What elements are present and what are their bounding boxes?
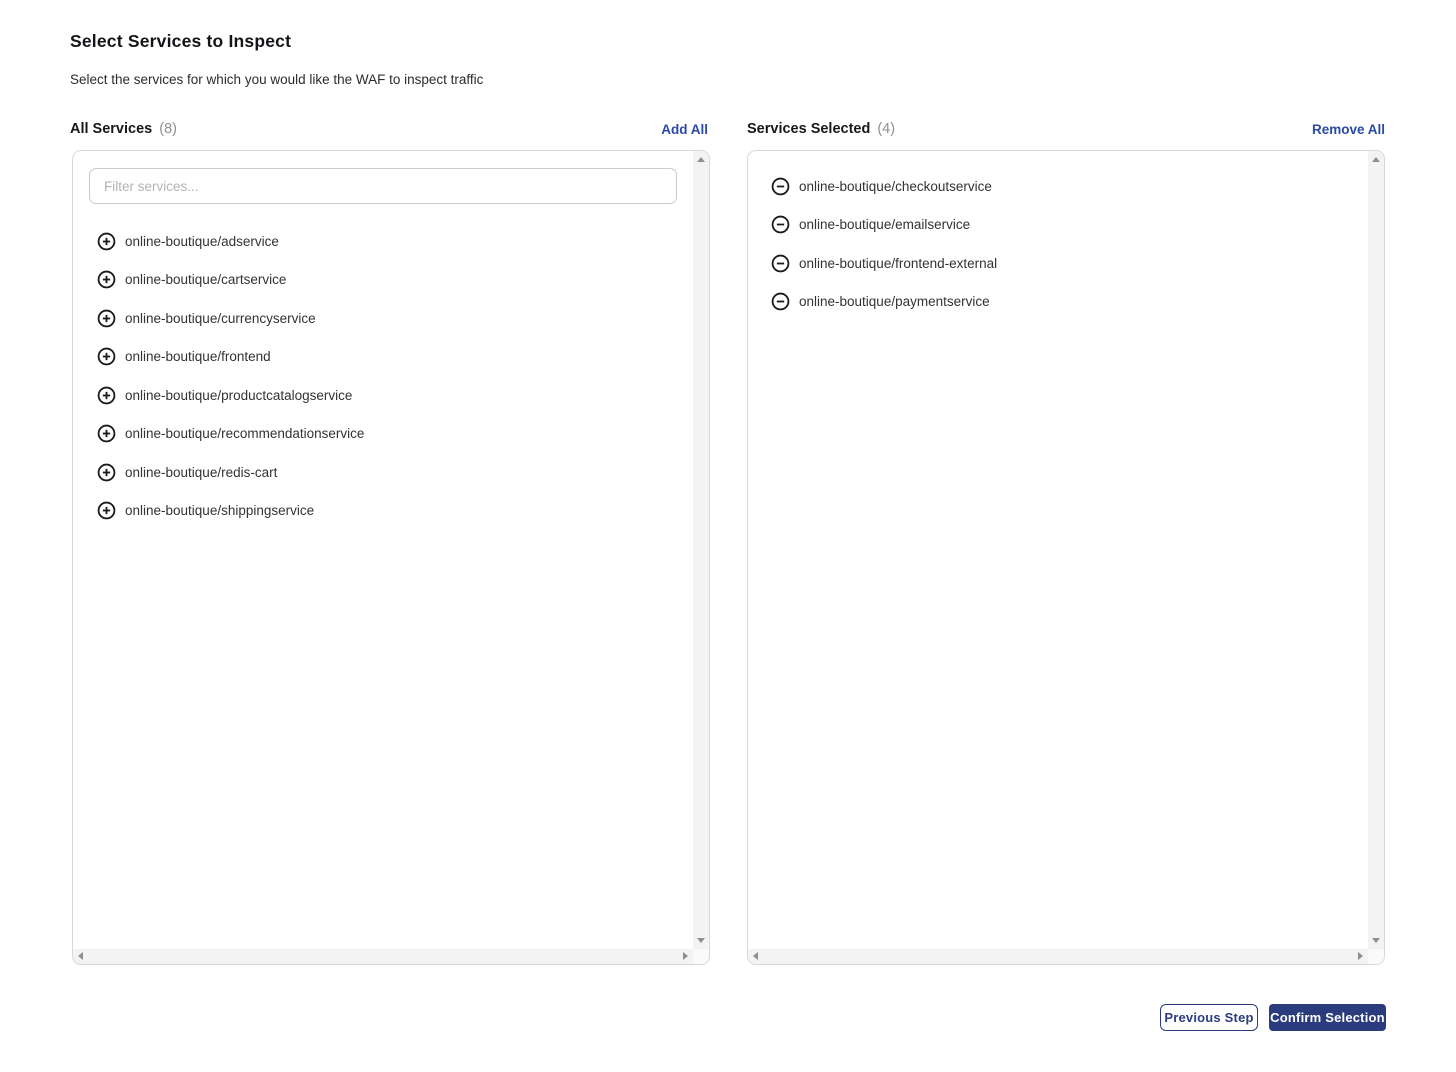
selected-services-panel: online-boutique/checkoutservice online-b… bbox=[747, 150, 1385, 965]
service-name: online-boutique/emailservice bbox=[799, 217, 970, 232]
confirm-selection-button[interactable]: Confirm Selection bbox=[1269, 1004, 1386, 1031]
remove-all-link[interactable]: Remove All bbox=[1312, 122, 1385, 137]
service-row-selected[interactable]: online-boutique/emailservice bbox=[748, 206, 1368, 245]
selected-services-content: online-boutique/checkoutservice online-b… bbox=[748, 151, 1368, 949]
scrollbar-corner bbox=[693, 949, 709, 964]
service-row-available[interactable]: online-boutique/recommendationservice bbox=[73, 415, 693, 454]
service-row-selected[interactable]: online-boutique/frontend-external bbox=[748, 244, 1368, 283]
filter-services-input[interactable] bbox=[89, 168, 677, 204]
service-name: online-boutique/shippingservice bbox=[125, 503, 314, 518]
all-services-header: All Services (8) Add All bbox=[70, 118, 708, 140]
vertical-scrollbar[interactable] bbox=[693, 151, 709, 949]
service-row-available[interactable]: online-boutique/redis-cart bbox=[73, 453, 693, 492]
service-name: online-boutique/currencyservice bbox=[125, 311, 316, 326]
service-name: online-boutique/cartservice bbox=[125, 272, 286, 287]
minus-circle-icon[interactable] bbox=[771, 292, 790, 311]
service-name: online-boutique/productcatalogservice bbox=[125, 388, 352, 403]
service-name: online-boutique/adservice bbox=[125, 234, 279, 249]
service-row-selected[interactable]: online-boutique/paymentservice bbox=[748, 283, 1368, 322]
all-services-label: All Services bbox=[70, 121, 152, 137]
minus-circle-icon[interactable] bbox=[771, 177, 790, 196]
service-name: online-boutique/checkoutservice bbox=[799, 179, 992, 194]
service-row-available[interactable]: online-boutique/shippingservice bbox=[73, 492, 693, 531]
scroll-left-arrow-icon[interactable] bbox=[78, 952, 83, 960]
service-row-available[interactable]: online-boutique/adservice bbox=[73, 222, 693, 261]
service-row-available[interactable]: online-boutique/cartservice bbox=[73, 261, 693, 300]
service-row-available[interactable]: online-boutique/frontend bbox=[73, 338, 693, 377]
plus-circle-icon[interactable] bbox=[97, 347, 116, 366]
previous-step-button[interactable]: Previous Step bbox=[1160, 1004, 1258, 1031]
plus-circle-icon[interactable] bbox=[97, 386, 116, 405]
selected-services-count: (4) bbox=[877, 121, 895, 137]
service-row-available[interactable]: online-boutique/productcatalogservice bbox=[73, 376, 693, 415]
plus-circle-icon[interactable] bbox=[97, 232, 116, 251]
all-services-panel: online-boutique/adservice online-boutiqu… bbox=[72, 150, 710, 965]
selected-services-label: Services Selected bbox=[747, 121, 870, 137]
all-services-list: online-boutique/adservice online-boutiqu… bbox=[73, 222, 693, 530]
scroll-up-arrow-icon[interactable] bbox=[697, 157, 705, 162]
minus-circle-icon[interactable] bbox=[771, 254, 790, 273]
plus-circle-icon[interactable] bbox=[97, 270, 116, 289]
all-services-count: (8) bbox=[159, 121, 177, 137]
vertical-scrollbar[interactable] bbox=[1368, 151, 1384, 949]
horizontal-scrollbar[interactable] bbox=[73, 949, 693, 964]
page-title: Select Services to Inspect bbox=[70, 31, 291, 52]
scroll-down-arrow-icon[interactable] bbox=[1372, 938, 1380, 943]
plus-circle-icon[interactable] bbox=[97, 463, 116, 482]
selected-services-list: online-boutique/checkoutservice online-b… bbox=[748, 167, 1368, 321]
service-name: online-boutique/frontend bbox=[125, 349, 271, 364]
scroll-right-arrow-icon[interactable] bbox=[683, 952, 688, 960]
plus-circle-icon[interactable] bbox=[97, 309, 116, 328]
service-row-available[interactable]: online-boutique/currencyservice bbox=[73, 299, 693, 338]
scrollbar-corner bbox=[1368, 949, 1384, 964]
plus-circle-icon[interactable] bbox=[97, 501, 116, 520]
selected-services-header: Services Selected (4) Remove All bbox=[747, 118, 1385, 140]
service-name: online-boutique/recommendationservice bbox=[125, 426, 364, 441]
add-all-link[interactable]: Add All bbox=[661, 122, 708, 137]
filter-wrap bbox=[73, 151, 693, 204]
scroll-down-arrow-icon[interactable] bbox=[697, 938, 705, 943]
service-name: online-boutique/paymentservice bbox=[799, 294, 990, 309]
horizontal-scrollbar[interactable] bbox=[748, 949, 1368, 964]
service-name: online-boutique/redis-cart bbox=[125, 465, 277, 480]
minus-circle-icon[interactable] bbox=[771, 215, 790, 234]
scroll-right-arrow-icon[interactable] bbox=[1358, 952, 1363, 960]
all-services-content: online-boutique/adservice online-boutiqu… bbox=[73, 151, 693, 949]
plus-circle-icon[interactable] bbox=[97, 424, 116, 443]
page-subtitle: Select the services for which you would … bbox=[70, 72, 483, 87]
scroll-up-arrow-icon[interactable] bbox=[1372, 157, 1380, 162]
service-name: online-boutique/frontend-external bbox=[799, 256, 997, 271]
service-row-selected[interactable]: online-boutique/checkoutservice bbox=[748, 167, 1368, 206]
scroll-left-arrow-icon[interactable] bbox=[753, 952, 758, 960]
